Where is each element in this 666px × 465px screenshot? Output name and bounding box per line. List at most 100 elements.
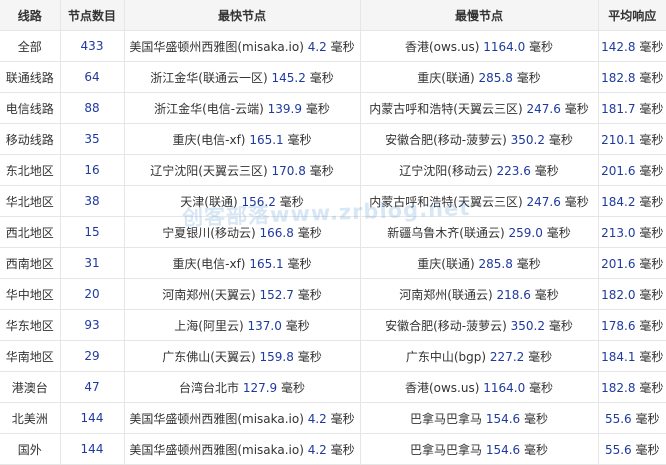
count-cell: 433 (60, 30, 125, 62)
unit-label: 毫秒 (297, 287, 322, 302)
route-label: 北美洲 (11, 411, 48, 426)
slowest-cell: 重庆(联通) 285.8 毫秒 (360, 61, 599, 93)
unit-label: 毫秒 (524, 442, 549, 457)
average-cell: 201.6 毫秒 (598, 247, 666, 279)
slowest-cell: 河南郑州(联通云) 218.6 毫秒 (360, 278, 599, 310)
fastest-cell: 台湾台北市 127.9 毫秒 (124, 371, 361, 403)
route-cell: 国外 (0, 433, 61, 465)
count-cell: 16 (60, 154, 125, 186)
fastest-cell: 上海(阿里云) 137.0 毫秒 (124, 309, 361, 341)
header-route: 线路 (0, 0, 61, 31)
count-cell: 35 (60, 123, 125, 155)
fastest-node-value: 137.0 (247, 318, 282, 333)
table-row: 电信线路 88 浙江金华(电信-云端) 139.9 毫秒 内蒙古呼和浩特(天翼云三区)… (0, 92, 666, 124)
fastest-node-name: 广东佛山(天翼云) (162, 349, 256, 364)
table-row: 港澳台 47 台湾台北市 127.9 毫秒 香港(ows.us) 1164.0 毫秒 1… (0, 371, 666, 403)
average-cell: 182.0 毫秒 (598, 278, 666, 310)
fastest-node-name: 美国华盛顿州西雅图(misaka.io) (129, 39, 304, 54)
slowest-node-name: 重庆(联通) (417, 256, 475, 271)
route-cell: 电信线路 (0, 92, 61, 124)
node-count: 144 (80, 411, 104, 425)
average-value: 182.0 (601, 287, 636, 302)
node-count: 35 (84, 132, 100, 146)
unit-label: 毫秒 (639, 349, 664, 364)
route-label: 西北地区 (5, 225, 54, 240)
fastest-node-name: 浙江金华(联通云一区) (150, 70, 268, 85)
fastest-node-name: 天津(联通) (180, 194, 238, 209)
unit-label: 毫秒 (287, 132, 312, 147)
unit-label: 毫秒 (639, 318, 664, 333)
count-cell: 38 (60, 185, 125, 217)
node-count: 88 (84, 101, 100, 115)
count-cell: 144 (60, 402, 125, 434)
average-cell: 178.6 毫秒 (598, 309, 666, 341)
fastest-node-value: 165.1 (249, 256, 284, 271)
average-value: 55.6 (604, 411, 632, 426)
slowest-node-value: 1164.0 (483, 39, 526, 54)
unit-label: 毫秒 (309, 70, 334, 85)
slowest-node-value: 247.6 (526, 194, 561, 209)
average-cell: 213.0 毫秒 (598, 216, 666, 248)
fastest-node-value: 159.8 (259, 349, 294, 364)
slowest-cell: 重庆(联通) 285.8 毫秒 (360, 247, 599, 279)
node-count: 38 (84, 194, 100, 208)
unit-label: 毫秒 (305, 101, 330, 116)
unit-label: 毫秒 (639, 256, 664, 271)
fastest-cell: 宁夏银川(移动云) 166.8 毫秒 (124, 216, 361, 248)
slowest-node-name: 广东中山(bgp) (405, 349, 487, 364)
fastest-cell: 美国华盛顿州西雅图(misaka.io) 4.2 毫秒 (124, 433, 361, 465)
slowest-node-value: 350.2 (510, 132, 546, 147)
slowest-cell: 安徽合肥(移动-菠萝云) 350.2 毫秒 (360, 123, 599, 155)
slowest-cell: 新疆乌鲁木齐(联通云) 259.0 毫秒 (360, 216, 599, 248)
fastest-node-value: 156.2 (241, 194, 276, 209)
average-cell: 184.2 毫秒 (598, 185, 666, 217)
unit-label: 毫秒 (516, 256, 541, 271)
count-cell: 31 (60, 247, 125, 279)
table-row: 移动线路 35 重庆(电信-xf) 165.1 毫秒 安徽合肥(移动-菠萝云) 350… (0, 123, 666, 155)
slowest-cell: 广东中山(bgp) 227.2 毫秒 (360, 340, 599, 372)
slowest-node-value: 285.8 (478, 70, 513, 85)
route-cell: 全部 (0, 30, 61, 62)
fastest-node-name: 美国华盛顿州西雅图(misaka.io) (129, 442, 304, 457)
fastest-node-value: 4.2 (307, 411, 327, 426)
unit-label: 毫秒 (534, 287, 559, 302)
node-count: 16 (84, 163, 100, 177)
unit-label: 毫秒 (548, 132, 573, 147)
unit-label: 毫秒 (639, 39, 664, 54)
slowest-node-name: 安徽合肥(移动-菠萝云) (385, 132, 507, 147)
table-row: 联通线路 64 浙江金华(联通云一区) 145.2 毫秒 重庆(联通) 285.8 毫… (0, 61, 666, 93)
route-cell: 北美洲 (0, 402, 61, 434)
slowest-cell: 内蒙古呼和浩特(天翼云三区) 247.6 毫秒 (360, 185, 599, 217)
slowest-node-value: 154.6 (485, 442, 521, 457)
table-body: 全部 433 美国华盛顿州西雅图(misaka.io) 4.2 毫秒 香港(ows.u… (0, 30, 666, 465)
route-label: 移动线路 (5, 132, 54, 147)
node-count: 20 (84, 287, 100, 301)
header-slowest: 最慢节点 (360, 0, 599, 31)
table-row: 西南地区 31 重庆(电信-xf) 165.1 毫秒 重庆(联通) 285.8 毫秒 2… (0, 247, 666, 279)
route-label: 华中地区 (5, 287, 54, 302)
slowest-node-value: 247.6 (526, 101, 561, 116)
fastest-cell: 辽宁沈阳(天翼云三区) 170.8 毫秒 (124, 154, 361, 186)
unit-label: 毫秒 (546, 225, 571, 240)
unit-label: 毫秒 (281, 380, 306, 395)
unit-label: 毫秒 (639, 194, 664, 209)
average-value: 181.7 (601, 101, 636, 116)
slowest-node-value: 218.6 (496, 287, 531, 302)
header-row: 线路 节点数目 最快节点 最慢节点 平均响应 (0, 0, 666, 31)
count-cell: 20 (60, 278, 125, 310)
fastest-cell: 美国华盛顿州西雅图(misaka.io) 4.2 毫秒 (124, 30, 361, 62)
average-cell: 201.6 毫秒 (598, 154, 666, 186)
slowest-node-name: 辽宁沈阳(移动云) (399, 163, 493, 178)
unit-label: 毫秒 (534, 163, 559, 178)
fastest-node-value: 166.8 (259, 225, 294, 240)
slowest-node-value: 227.2 (489, 349, 525, 364)
route-label: 联通线路 (5, 70, 54, 85)
header-count: 节点数目 (60, 0, 125, 31)
fastest-node-name: 河南郑州(天翼云) (162, 287, 256, 302)
unit-label: 毫秒 (330, 411, 355, 426)
table-row: 华东地区 93 上海(阿里云) 137.0 毫秒 安徽合肥(移动-菠萝云) 350.2… (0, 309, 666, 341)
unit-label: 毫秒 (529, 380, 554, 395)
average-cell: 210.1 毫秒 (598, 123, 666, 155)
route-label: 华东地区 (5, 318, 54, 333)
unit-label: 毫秒 (639, 163, 664, 178)
